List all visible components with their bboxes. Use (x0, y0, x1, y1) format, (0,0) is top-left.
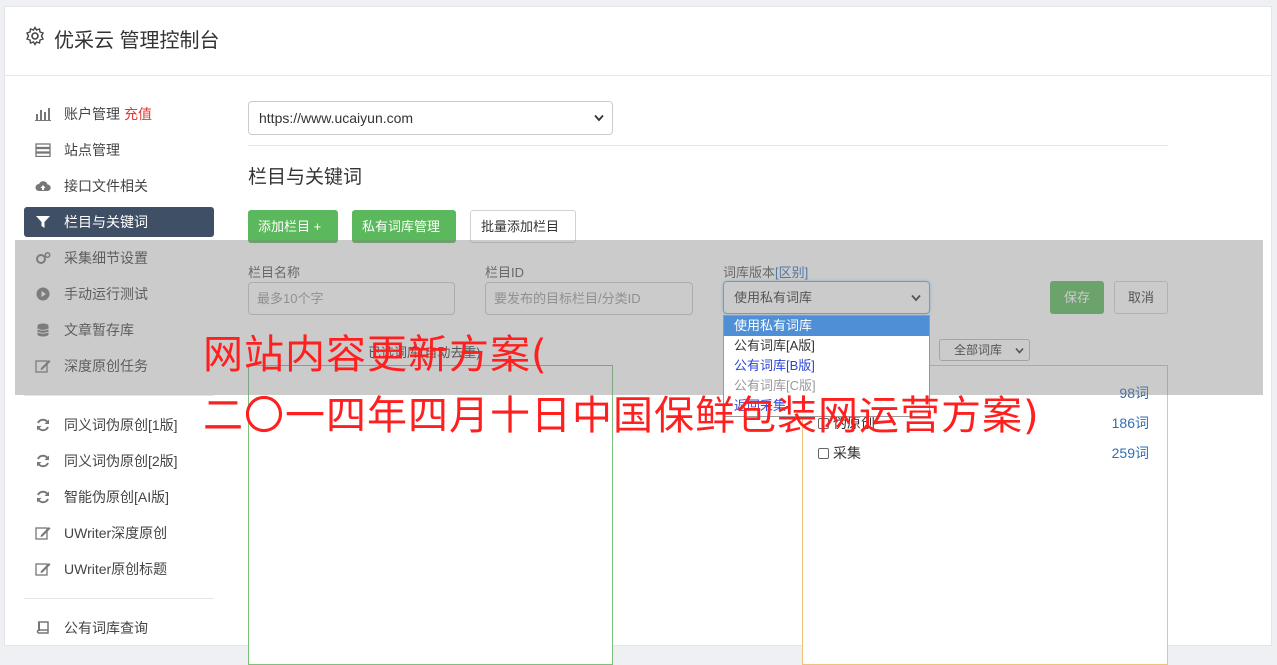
watermark-line-1: 网站内容更新方案( (203, 332, 548, 378)
sidebar-item-ai-original[interactable]: 智能伪原创[AI版] (24, 482, 214, 512)
sidebar-item-label: 站点管理 (64, 142, 120, 158)
column-id-input[interactable]: 要发布的目标栏目/分类ID (485, 282, 693, 315)
lib-version-label: 词库版本[区别] (723, 262, 808, 281)
edit-icon (35, 360, 51, 373)
cancel-button[interactable]: 取消 (1114, 281, 1168, 314)
cloud-upload-icon (35, 181, 51, 191)
site-select[interactable]: https://www.ucaiyun.com (248, 101, 613, 135)
sidebar-item-label: 接口文件相关 (64, 178, 148, 194)
sidebar-item-label: 采集细节设置 (64, 250, 148, 266)
sidebar-item-interface[interactable]: 接口文件相关 (24, 171, 214, 201)
site-select-value: https://www.ucaiyun.com (259, 110, 414, 126)
lib-count: 98词 (1119, 385, 1149, 401)
lib-count: 259词 (1111, 445, 1149, 461)
sidebar-item-deep-original[interactable]: 深度原创任务 (24, 351, 214, 381)
lib-version-select[interactable]: 使用私有词库 (723, 281, 930, 314)
lib-count: 186词 (1111, 415, 1149, 431)
recharge-link[interactable]: 充值 (124, 106, 152, 122)
batch-add-button[interactable]: 批量添加栏目 (470, 210, 576, 243)
dropdown-option[interactable]: 使用私有词库 (724, 316, 929, 336)
sidebar-item-synonym-1[interactable]: 同义词伪原创[1版] (24, 410, 214, 440)
sidebar-item-columns[interactable]: 栏目与关键词 (24, 207, 214, 237)
dropdown-option[interactable]: 公有词库[B版] (724, 356, 929, 376)
save-button[interactable]: 保存 (1050, 281, 1104, 314)
watermark-line-2: 二〇一四年四月十日中国保鲜包装网运营方案) (203, 393, 1040, 439)
version-diff-link[interactable]: [区别] (775, 265, 808, 280)
sidebar-item-label: UWriter原创标题 (64, 561, 168, 577)
chevron-down-icon (1015, 347, 1024, 354)
sidebar-item-uwriter-title[interactable]: UWriter原创标题 (24, 554, 214, 584)
refresh-icon (37, 418, 49, 432)
divider (24, 598, 214, 599)
sidebar: 账户管理 充值 站点管理 接口文件相关 栏目与关键词 采集细节设置 手动运行测试 … (24, 99, 214, 649)
sidebar-item-label: 文章暂存库 (64, 322, 134, 338)
sidebar-item-public-lib[interactable]: 公有词库查询 (24, 613, 214, 643)
edit-icon (35, 563, 51, 576)
private-lib-button[interactable]: 私有词库管理 (352, 210, 456, 243)
sidebar-item-sites[interactable]: 站点管理 (24, 135, 214, 165)
lib-filter-value: 全部词库 (954, 343, 1003, 357)
book-icon (36, 621, 49, 634)
column-id-label: 栏目ID (485, 265, 525, 280)
divider (248, 145, 1168, 146)
sidebar-item-article-store[interactable]: 文章暂存库 (24, 315, 214, 345)
header: 优采云 管理控制台 (5, 7, 1273, 76)
sidebar-item-label: 栏目与关键词 (64, 214, 148, 230)
edit-icon (35, 527, 51, 540)
sidebar-item-label: 同义词伪原创[1版] (64, 417, 178, 433)
sidebar-item-label: UWriter深度原创 (64, 525, 168, 541)
checkbox[interactable] (818, 448, 829, 459)
sidebar-item-label: 账户管理 (64, 106, 120, 122)
sidebar-item-label: 公有词库查询 (64, 620, 148, 636)
refresh-icon (37, 490, 49, 504)
play-icon (36, 287, 50, 301)
sidebar-item-label: 手动运行测试 (64, 286, 148, 302)
chevron-down-icon (911, 294, 921, 302)
app-title: 优采云 管理控制台 (54, 30, 220, 52)
cogs-icon (36, 252, 51, 264)
section-title: 栏目与关键词 (248, 167, 363, 188)
add-column-button[interactable]: 添加栏目 + (248, 210, 338, 243)
column-name-label: 栏目名称 (248, 265, 301, 280)
column-name-input[interactable]: 最多10个字 (248, 282, 455, 315)
filter-icon (36, 216, 50, 228)
database-icon (37, 323, 49, 337)
lib-filter-select[interactable]: 全部词库 (939, 339, 1030, 361)
sidebar-item-uwriter-deep[interactable]: UWriter深度原创 (24, 518, 214, 548)
bar-chart-icon (35, 108, 51, 121)
chevron-down-icon (594, 114, 604, 122)
sidebar-item-manual-run[interactable]: 手动运行测试 (24, 279, 214, 309)
sidebar-item-label: 深度原创任务 (64, 358, 148, 374)
sidebar-item-account[interactable]: 账户管理 充值 (24, 99, 214, 129)
lib-version-label-text: 词库版本 (723, 265, 776, 280)
gear-icon (26, 26, 44, 46)
sidebar-item-collect-settings[interactable]: 采集细节设置 (24, 243, 214, 273)
lib-version-value: 使用私有词库 (734, 290, 813, 305)
lib-label: 采集 (833, 445, 861, 461)
dropdown-option[interactable]: 公有词库[A版] (724, 336, 929, 356)
sidebar-item-label: 智能伪原创[AI版] (64, 489, 170, 505)
refresh-icon (37, 454, 49, 468)
sidebar-item-synonym-2[interactable]: 同义词伪原创[2版] (24, 446, 214, 476)
sidebar-item-label: 同义词伪原创[2版] (64, 453, 178, 469)
list-item[interactable]: 采集 (818, 443, 861, 463)
server-icon (35, 143, 51, 157)
divider (24, 395, 214, 396)
